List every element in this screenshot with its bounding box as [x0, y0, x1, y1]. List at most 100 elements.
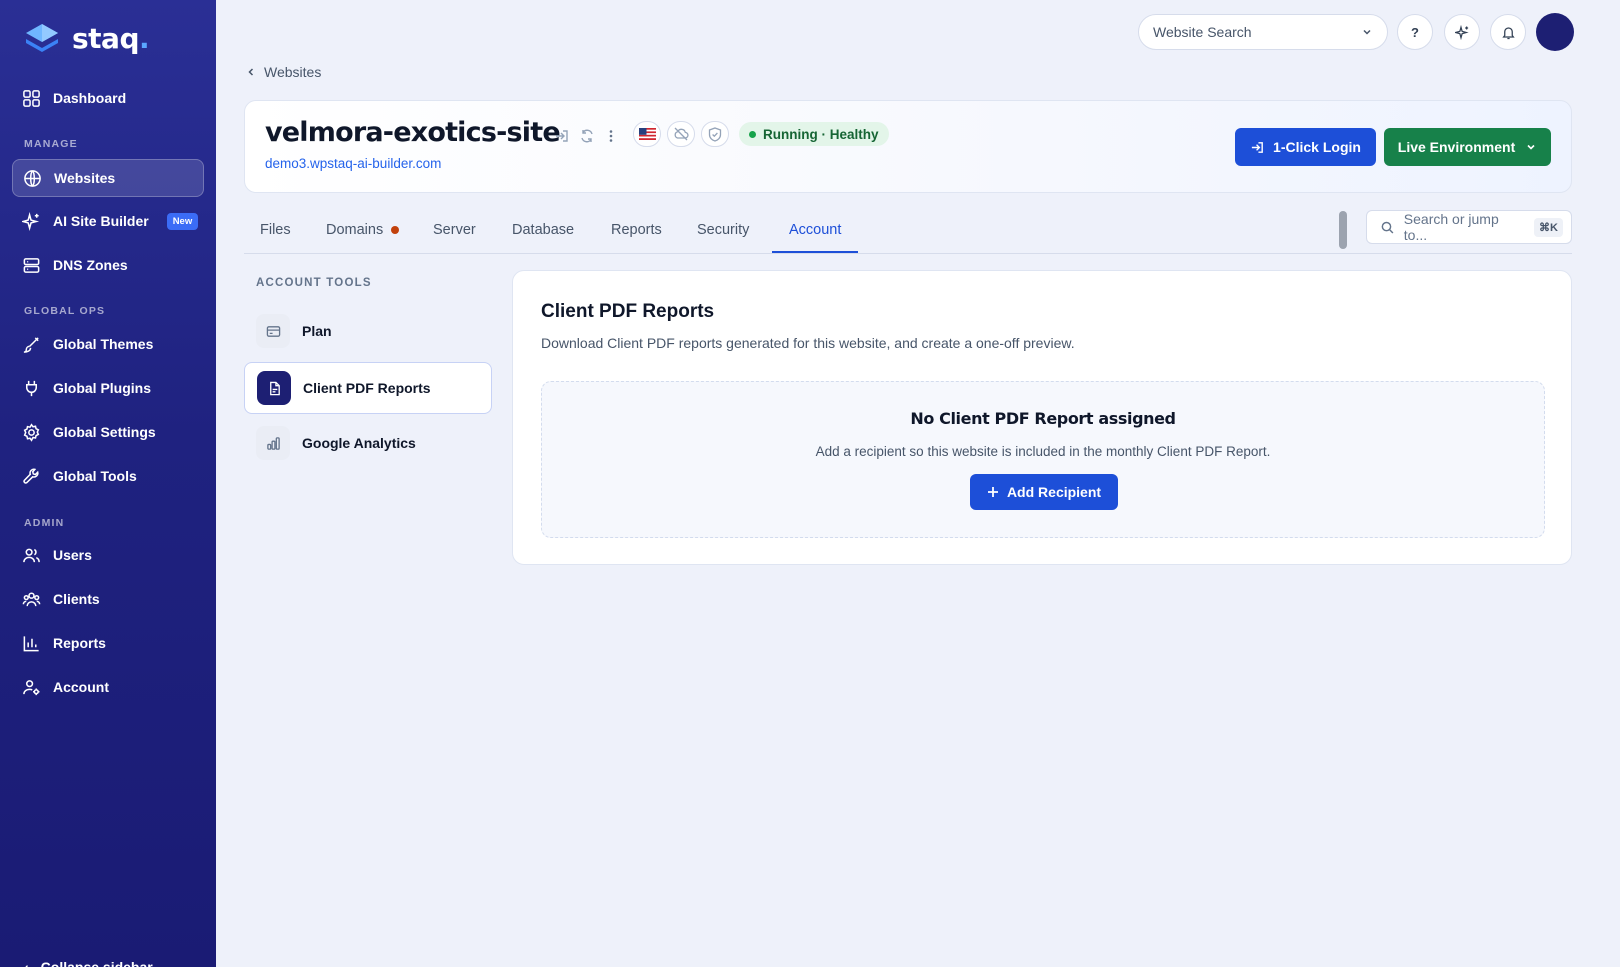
- sidebar-item-global-tools[interactable]: Global Tools: [12, 457, 204, 495]
- login-icon[interactable]: [554, 128, 570, 144]
- tool-item-plan[interactable]: Plan: [244, 305, 492, 357]
- bell-icon: [1501, 26, 1515, 39]
- sidebar-item-label: Clients: [53, 591, 100, 607]
- user-gear-icon: [23, 679, 40, 695]
- add-recipient-button[interactable]: Add Recipient: [970, 474, 1118, 510]
- sidebar-item-clients[interactable]: Clients: [12, 580, 204, 618]
- section-label-global-ops: GLOBAL OPS: [24, 305, 106, 317]
- sidebar-item-account[interactable]: Account: [12, 668, 204, 706]
- us-flag-icon: [638, 128, 656, 140]
- tab-label: Domains: [326, 222, 384, 238]
- sidebar-item-ai-site-builder[interactable]: AI Site Builder New: [12, 202, 204, 240]
- collapse-sidebar-button[interactable]: ‹ Collapse sidebar: [24, 959, 153, 967]
- notification-dot: [391, 226, 400, 234]
- tab-label: Account: [789, 222, 842, 238]
- brush-icon: [23, 336, 39, 353]
- bar-chart-icon: [23, 635, 39, 651]
- sidebar-item-label: Account: [53, 679, 109, 695]
- cdn-status-chip[interactable]: [667, 121, 695, 147]
- sidebar-item-label: AI Site Builder: [53, 213, 149, 229]
- collapse-sidebar-label: Collapse sidebar: [40, 959, 153, 967]
- cloud-off-icon: [674, 127, 689, 141]
- logo-text: staq: [72, 21, 140, 55]
- more-vertical-icon[interactable]: [603, 128, 619, 144]
- sparkle-icon: [22, 211, 40, 231]
- chevron-left-icon: [248, 68, 254, 76]
- site-url-link[interactable]: demo3.wpstaq-ai-builder.com: [265, 156, 441, 171]
- sidebar-item-label: Global Themes: [53, 336, 154, 352]
- tab-reports[interactable]: Reports: [611, 222, 662, 238]
- tab-account[interactable]: Account: [789, 222, 841, 238]
- site-status-badge: Running · Healthy: [739, 122, 889, 146]
- tab-files[interactable]: Files: [260, 222, 291, 238]
- help-icon: ?: [1411, 24, 1419, 40]
- chevron-down-icon: [1363, 29, 1371, 35]
- ai-assistant-button[interactable]: [1444, 14, 1480, 50]
- sidebar-item-label: Websites: [54, 170, 116, 186]
- environment-label: Live Environment: [1397, 139, 1516, 155]
- sidebar-item-global-plugins[interactable]: Global Plugins: [12, 369, 204, 407]
- tab-security[interactable]: Security: [697, 222, 749, 238]
- breadcrumb[interactable]: Websites: [246, 64, 321, 80]
- active-tab-indicator: [772, 251, 858, 253]
- jump-search-placeholder: Search or jump to...: [1403, 211, 1499, 243]
- one-click-login-label: 1-Click Login: [1273, 139, 1361, 155]
- empty-state-description: Add a recipient so this website is inclu…: [815, 444, 1271, 459]
- document-icon: [257, 371, 291, 405]
- tool-item-client-pdf-reports[interactable]: Client PDF Reports: [244, 362, 492, 414]
- logo[interactable]: staq.: [22, 20, 150, 56]
- refresh-icon[interactable]: [579, 128, 595, 144]
- tab-database[interactable]: Database: [512, 222, 574, 238]
- login-icon: [1251, 141, 1263, 153]
- panel-subtitle: Download Client PDF reports generated fo…: [541, 335, 1075, 351]
- section-label-admin: ADMIN: [24, 517, 65, 529]
- one-click-login-button[interactable]: 1-Click Login: [1235, 128, 1376, 166]
- sidebar-item-label: Dashboard: [53, 90, 127, 106]
- account-tools-heading: ACCOUNT TOOLS: [256, 277, 372, 289]
- plug-icon: [25, 380, 38, 396]
- sidebar-item-websites[interactable]: Websites: [12, 159, 204, 197]
- sidebar-item-label: Users: [53, 547, 92, 563]
- user-avatar[interactable]: [1536, 13, 1574, 51]
- tool-item-label: Plan: [302, 323, 332, 339]
- grid-icon: [23, 89, 40, 107]
- wrench-icon: [23, 468, 39, 484]
- security-chip[interactable]: [701, 121, 729, 147]
- server-icon: [23, 257, 40, 273]
- site-header-card: velmora-exotics-site Running · Healthy d…: [244, 100, 1572, 193]
- tabs-scroll-handle[interactable]: [1339, 211, 1347, 249]
- tool-item-label: Client PDF Reports: [303, 380, 431, 396]
- site-title: velmora-exotics-site: [265, 117, 561, 148]
- notifications-button[interactable]: [1490, 14, 1526, 50]
- tab-domains[interactable]: Domains: [326, 222, 400, 238]
- sidebar-item-reports[interactable]: Reports: [12, 624, 204, 662]
- sidebar-item-label: Global Plugins: [53, 380, 152, 396]
- sidebar-item-global-settings[interactable]: Global Settings: [12, 413, 204, 451]
- status-dot-icon: [749, 130, 756, 138]
- plus-icon: [987, 487, 998, 497]
- chevron-down-icon: [1527, 144, 1535, 150]
- website-search-select[interactable]: Website Search: [1138, 14, 1388, 50]
- shield-icon: [708, 126, 722, 142]
- tab-server[interactable]: Server: [433, 222, 476, 238]
- environment-select-button[interactable]: Live Environment: [1384, 128, 1551, 166]
- tab-label: Reports: [611, 222, 662, 238]
- logo-dot: .: [139, 21, 150, 55]
- gear-icon: [23, 422, 40, 442]
- analytics-icon: [256, 426, 290, 460]
- empty-state: No Client PDF Report assigned Add a reci…: [541, 381, 1545, 538]
- tab-label: Database: [512, 222, 575, 238]
- sidebar-item-global-themes[interactable]: Global Themes: [12, 325, 204, 363]
- sidebar-item-label: Reports: [53, 635, 106, 651]
- sidebar-item-dashboard[interactable]: Dashboard: [12, 79, 204, 117]
- sidebar-item-label: Global Tools: [53, 468, 137, 484]
- tool-item-google-analytics[interactable]: Google Analytics: [244, 417, 492, 469]
- region-flag-chip[interactable]: [633, 121, 661, 147]
- jump-search-input[interactable]: Search or jump to... ⌘K: [1366, 210, 1572, 244]
- sidebar: staq. Dashboard MANAGE Websites AI Site …: [0, 0, 216, 967]
- sidebar-item-users[interactable]: Users: [12, 536, 204, 574]
- sidebar-item-dns-zones[interactable]: DNS Zones: [12, 246, 204, 284]
- help-button[interactable]: ?: [1397, 14, 1433, 50]
- search-icon: [1381, 221, 1394, 234]
- breadcrumb-back-link[interactable]: Websites: [264, 64, 321, 80]
